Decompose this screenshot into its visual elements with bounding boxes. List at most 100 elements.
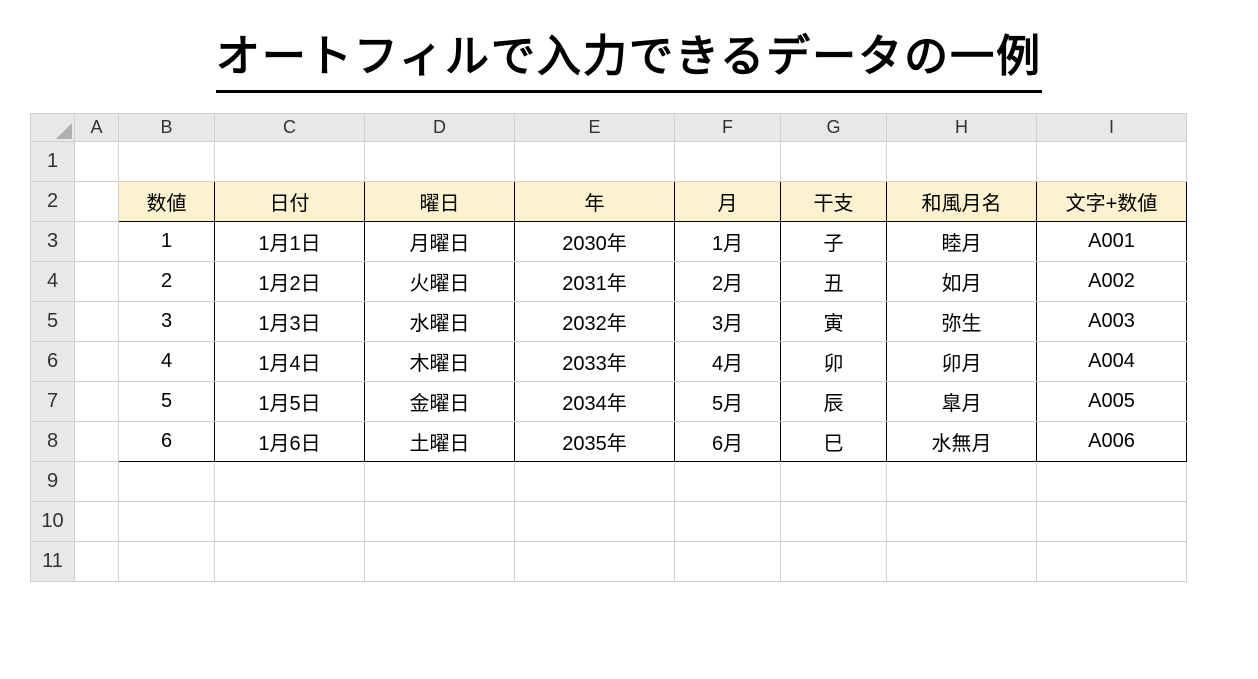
cell-A5[interactable]: [75, 302, 119, 342]
cell-A8[interactable]: [75, 422, 119, 462]
cell-E6[interactable]: 2033年: [515, 342, 675, 382]
cell-D10[interactable]: [365, 502, 515, 542]
cell-I7[interactable]: A005: [1037, 382, 1187, 422]
cell-A1[interactable]: [75, 142, 119, 182]
cell-G4[interactable]: 丑: [781, 262, 887, 302]
cell-B6[interactable]: 4: [119, 342, 215, 382]
cell-E1[interactable]: [515, 142, 675, 182]
cell-F8[interactable]: 6月: [675, 422, 781, 462]
cell-C8[interactable]: 1月6日: [215, 422, 365, 462]
cell-H1[interactable]: [887, 142, 1037, 182]
cell-D7[interactable]: 金曜日: [365, 382, 515, 422]
cell-I8[interactable]: A006: [1037, 422, 1187, 462]
cell-H10[interactable]: [887, 502, 1037, 542]
cell-G8[interactable]: 巳: [781, 422, 887, 462]
cell-E7[interactable]: 2034年: [515, 382, 675, 422]
cell-F4[interactable]: 2月: [675, 262, 781, 302]
cell-H11[interactable]: [887, 542, 1037, 582]
cell-H6[interactable]: 卯月: [887, 342, 1037, 382]
cell-I11[interactable]: [1037, 542, 1187, 582]
cell-F7[interactable]: 5月: [675, 382, 781, 422]
cell-G2[interactable]: 干支: [781, 182, 887, 222]
cell-I9[interactable]: [1037, 462, 1187, 502]
cell-H3[interactable]: 睦月: [887, 222, 1037, 262]
cell-G5[interactable]: 寅: [781, 302, 887, 342]
cell-A6[interactable]: [75, 342, 119, 382]
col-header-G[interactable]: G: [781, 114, 887, 142]
cell-H2[interactable]: 和風月名: [887, 182, 1037, 222]
cell-A2[interactable]: [75, 182, 119, 222]
cell-I3[interactable]: A001: [1037, 222, 1187, 262]
cell-D5[interactable]: 水曜日: [365, 302, 515, 342]
cell-F2[interactable]: 月: [675, 182, 781, 222]
row-header-2[interactable]: 2: [31, 182, 75, 222]
cell-E9[interactable]: [515, 462, 675, 502]
cell-B4[interactable]: 2: [119, 262, 215, 302]
cell-G3[interactable]: 子: [781, 222, 887, 262]
row-header-3[interactable]: 3: [31, 222, 75, 262]
cell-B8[interactable]: 6: [119, 422, 215, 462]
cell-C4[interactable]: 1月2日: [215, 262, 365, 302]
cell-I10[interactable]: [1037, 502, 1187, 542]
cell-H8[interactable]: 水無月: [887, 422, 1037, 462]
select-all-corner[interactable]: [31, 114, 75, 142]
cell-B10[interactable]: [119, 502, 215, 542]
row-header-8[interactable]: 8: [31, 422, 75, 462]
col-header-H[interactable]: H: [887, 114, 1037, 142]
cell-C3[interactable]: 1月1日: [215, 222, 365, 262]
cell-D1[interactable]: [365, 142, 515, 182]
cell-E5[interactable]: 2032年: [515, 302, 675, 342]
cell-C7[interactable]: 1月5日: [215, 382, 365, 422]
cell-B9[interactable]: [119, 462, 215, 502]
cell-H5[interactable]: 弥生: [887, 302, 1037, 342]
cell-C1[interactable]: [215, 142, 365, 182]
cell-F10[interactable]: [675, 502, 781, 542]
cell-E4[interactable]: 2031年: [515, 262, 675, 302]
spreadsheet-grid[interactable]: A B C D E F G H I 1 2 数値 日付 曜日 年 月 干支 和風…: [30, 113, 1187, 582]
cell-D11[interactable]: [365, 542, 515, 582]
cell-A3[interactable]: [75, 222, 119, 262]
cell-C5[interactable]: 1月3日: [215, 302, 365, 342]
cell-C9[interactable]: [215, 462, 365, 502]
cell-F11[interactable]: [675, 542, 781, 582]
cell-I1[interactable]: [1037, 142, 1187, 182]
row-header-1[interactable]: 1: [31, 142, 75, 182]
row-header-11[interactable]: 11: [31, 542, 75, 582]
cell-H7[interactable]: 皐月: [887, 382, 1037, 422]
row-header-9[interactable]: 9: [31, 462, 75, 502]
cell-B2[interactable]: 数値: [119, 182, 215, 222]
col-header-I[interactable]: I: [1037, 114, 1187, 142]
cell-I2[interactable]: 文字+数値: [1037, 182, 1187, 222]
cell-E3[interactable]: 2030年: [515, 222, 675, 262]
cell-B5[interactable]: 3: [119, 302, 215, 342]
cell-G1[interactable]: [781, 142, 887, 182]
cell-E11[interactable]: [515, 542, 675, 582]
cell-C11[interactable]: [215, 542, 365, 582]
cell-H9[interactable]: [887, 462, 1037, 502]
cell-A10[interactable]: [75, 502, 119, 542]
cell-D8[interactable]: 土曜日: [365, 422, 515, 462]
cell-H4[interactable]: 如月: [887, 262, 1037, 302]
cell-A7[interactable]: [75, 382, 119, 422]
cell-B11[interactable]: [119, 542, 215, 582]
cell-F9[interactable]: [675, 462, 781, 502]
row-header-10[interactable]: 10: [31, 502, 75, 542]
col-header-D[interactable]: D: [365, 114, 515, 142]
col-header-B[interactable]: B: [119, 114, 215, 142]
col-header-E[interactable]: E: [515, 114, 675, 142]
cell-A4[interactable]: [75, 262, 119, 302]
cell-G6[interactable]: 卯: [781, 342, 887, 382]
row-header-7[interactable]: 7: [31, 382, 75, 422]
cell-F6[interactable]: 4月: [675, 342, 781, 382]
cell-I6[interactable]: A004: [1037, 342, 1187, 382]
row-header-5[interactable]: 5: [31, 302, 75, 342]
cell-C2[interactable]: 日付: [215, 182, 365, 222]
row-header-4[interactable]: 4: [31, 262, 75, 302]
cell-F3[interactable]: 1月: [675, 222, 781, 262]
cell-G9[interactable]: [781, 462, 887, 502]
cell-B1[interactable]: [119, 142, 215, 182]
col-header-A[interactable]: A: [75, 114, 119, 142]
cell-A9[interactable]: [75, 462, 119, 502]
cell-I4[interactable]: A002: [1037, 262, 1187, 302]
cell-D2[interactable]: 曜日: [365, 182, 515, 222]
